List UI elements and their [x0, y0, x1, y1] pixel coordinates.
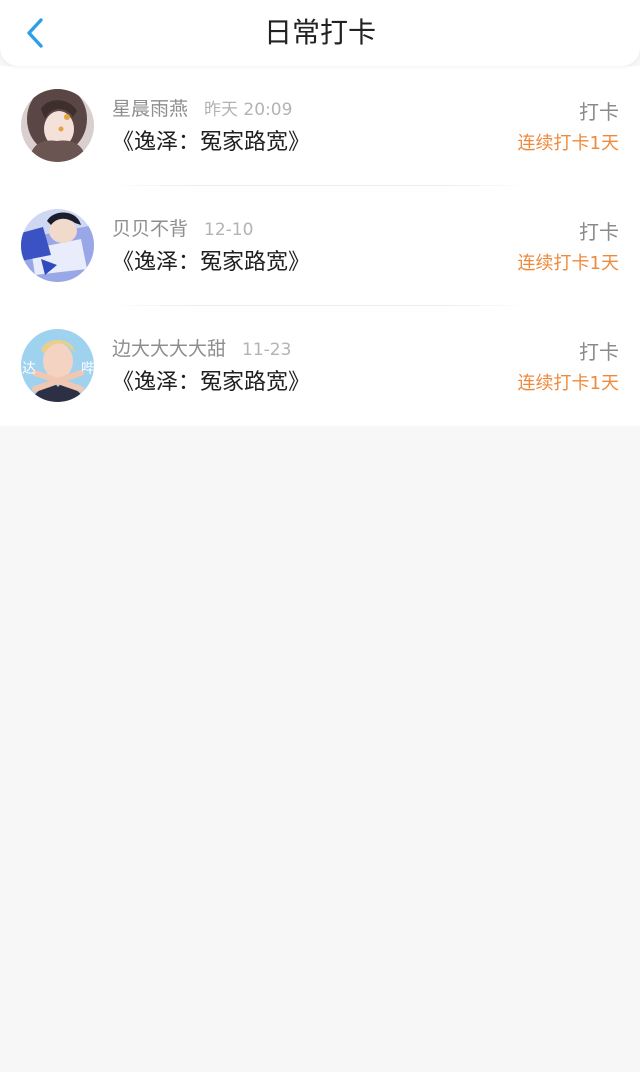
avatar[interactable]: [21, 89, 94, 162]
streak-label: 连续打卡1天: [517, 133, 619, 154]
checkin-time: 12-10: [204, 220, 254, 240]
username[interactable]: 贝贝不背: [112, 217, 188, 241]
book-title[interactable]: 《逸泽：冤家路宽》: [112, 368, 310, 398]
checkin-time: 11-23: [242, 340, 292, 360]
checkin-action-label: 打卡: [579, 100, 619, 124]
checkin-row[interactable]: 星晨雨燕 昨天 20:09 《逸泽：冤家路宽》 打卡 连续打卡1天: [0, 66, 640, 186]
username[interactable]: 边大大大大甜: [112, 337, 226, 361]
streak-label: 连续打卡1天: [517, 253, 619, 274]
page-title: 日常打卡: [263, 16, 376, 49]
book-title[interactable]: 《逸泽：冤家路宽》: [112, 248, 310, 278]
avatar[interactable]: [21, 209, 94, 282]
checkin-row[interactable]: 贝贝不背 12-10 《逸泽：冤家路宽》 打卡 连续打卡1天: [0, 186, 640, 306]
checkin-list: 星晨雨燕 昨天 20:09 《逸泽：冤家路宽》 打卡 连续打卡1天 贝贝不背 1…: [0, 66, 640, 426]
avatar[interactable]: 达 哔: [21, 329, 94, 402]
avatar-text: 哔: [81, 361, 94, 377]
checkin-action-label: 打卡: [579, 220, 619, 244]
checkin-action-label: 打卡: [579, 340, 619, 364]
streak-label: 连续打卡1天: [517, 373, 619, 394]
avatar-text: 达: [22, 361, 36, 377]
checkin-row[interactable]: 达 哔 边大大大大甜 11-23 《逸泽：冤家路宽》 打卡 连续打卡1天: [0, 306, 640, 426]
username[interactable]: 星晨雨燕: [112, 97, 188, 121]
book-title[interactable]: 《逸泽：冤家路宽》: [112, 128, 310, 158]
checkin-time: 昨天 20:09: [204, 100, 293, 120]
top-nav-bar: 日常打卡: [0, 0, 640, 66]
